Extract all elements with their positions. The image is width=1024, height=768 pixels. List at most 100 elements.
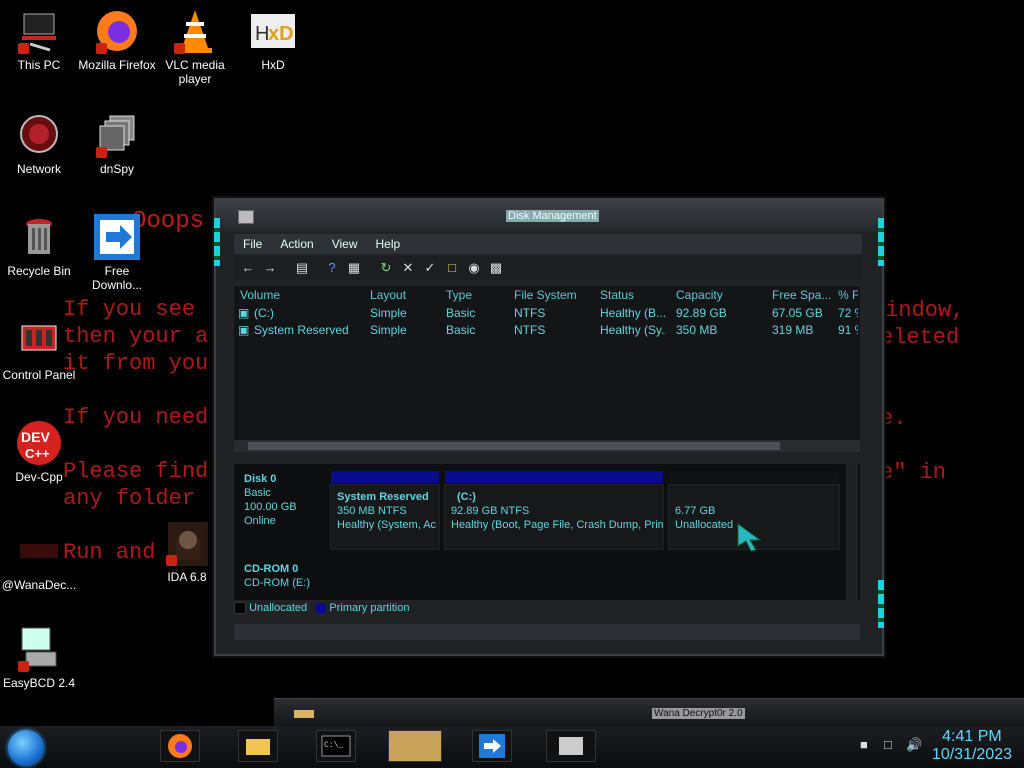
wana-decryptor-window-bar[interactable] <box>274 698 1024 729</box>
cell-capacity: 350 MB <box>676 323 718 337</box>
svg-text:C:\_: C:\_ <box>324 741 343 750</box>
volume-list-scrollbar[interactable] <box>234 440 860 452</box>
status-bar <box>234 624 860 640</box>
control-panel-icon <box>16 318 62 364</box>
desktop-icon-network[interactable]: Network <box>0 112 78 176</box>
desktop-icon-free-download[interactable]: Free Downlo... <box>78 214 156 292</box>
disk-state: Online <box>244 515 276 527</box>
search-icon[interactable]: ◉ <box>466 261 482 275</box>
rescan-disks-icon[interactable]: ▩ <box>488 261 504 275</box>
system-clock[interactable]: 4:41 PM 10/31/2023 <box>932 728 1012 764</box>
drive-icon: ▣ <box>238 323 250 337</box>
cell-percent-free: 72 % <box>838 306 858 320</box>
legend-primary-partition: Primary partition <box>329 602 410 614</box>
taskbar-firefox[interactable] <box>160 730 200 762</box>
window-title: Disk Management <box>506 210 599 222</box>
easybcd-icon <box>16 626 62 672</box>
ransom-line-6: any folder <box>63 486 196 511</box>
taskbar <box>0 726 1024 768</box>
col-volume[interactable]: Volume <box>240 288 280 302</box>
table-row[interactable]: ▣ System Reserved Simple Basic NTFS Heal… <box>234 323 860 339</box>
table-row[interactable]: ▣ (C:) Simple Basic NTFS Healthy (B... 9… <box>234 306 860 322</box>
cdrom-0-info[interactable]: CD-ROM 0 CD-ROM (E:) <box>244 562 310 590</box>
forward-arrow-icon[interactable]: → <box>262 261 278 275</box>
menu-action[interactable]: Action <box>271 234 322 254</box>
network-globe-icon <box>16 112 62 158</box>
back-arrow-icon[interactable]: ← <box>240 261 256 275</box>
mouse-cursor-icon <box>737 523 762 552</box>
desktop-icon-hxd[interactable]: HxD HxD <box>234 8 312 72</box>
cell-layout: Simple <box>370 306 407 320</box>
desktop-icon-vlc[interactable]: VLC media player <box>156 8 234 86</box>
taskbar-file-explorer[interactable] <box>238 730 278 762</box>
disk-graph-pane: Disk 0 Basic 100.00 GB Online System Res… <box>234 464 860 600</box>
window-titlebar[interactable]: Disk Management <box>216 200 882 232</box>
volume-icon[interactable]: 🔊 <box>906 737 922 753</box>
toolbar: ← → ▤ ? ▦ ↻ ✕ ✓ □ ◉ ▩ <box>234 256 862 280</box>
menu-view[interactable]: View <box>323 234 367 254</box>
desktop-icon-label: HxD <box>261 58 285 72</box>
taskbar-disk-management[interactable] <box>546 730 596 762</box>
partition-c[interactable]: (C:) 92.89 GB NTFS Healthy (Boot, Page F… <box>444 471 664 550</box>
col-layout[interactable]: Layout <box>370 288 406 302</box>
desktop-icon-label: VLC media player <box>165 58 225 86</box>
menu-help[interactable]: Help <box>367 234 410 254</box>
disk-subtitle: CD-ROM (E:) <box>244 577 310 589</box>
properties-icon[interactable]: ▦ <box>346 261 362 275</box>
window-accent-right <box>878 218 884 266</box>
desktop-icon-label: Control Panel <box>2 368 76 382</box>
col-capacity[interactable]: Capacity <box>676 288 723 302</box>
cell-type: Basic <box>446 306 476 320</box>
ransom-line-4: If you need <box>63 405 209 430</box>
col-percent-free[interactable]: % F <box>838 288 858 302</box>
network-tray-icon[interactable]: □ <box>884 737 892 752</box>
disk-name: CD-ROM 0 <box>244 563 299 575</box>
wana-decryptor-title: Wana Decrypt0r 2.0 <box>652 708 745 719</box>
no-network-icon[interactable]: ■ <box>860 737 868 752</box>
taskbar-wana-decryptor[interactable] <box>388 730 442 762</box>
scrollbar-thumb[interactable] <box>248 442 780 450</box>
partition-name: System Reserved <box>337 491 429 503</box>
col-type[interactable]: Type <box>446 288 472 302</box>
disk-management-app-icon[interactable] <box>238 210 254 224</box>
open-folder-icon[interactable]: □ <box>444 261 460 275</box>
desktop-icon-label: IDA 6.8 <box>167 570 207 584</box>
clock-date: 10/31/2023 <box>931 746 1012 763</box>
cell-free-space: 319 MB <box>772 323 814 337</box>
desktop-icon-control-panel[interactable]: Control Panel <box>0 318 78 382</box>
desktop-icon-this-pc[interactable]: This PC <box>0 8 78 72</box>
volume-list-header: Volume Layout Type File System Status Ca… <box>234 288 860 304</box>
cell-file-system: NTFS <box>514 306 546 320</box>
taskbar-command-prompt[interactable]: C:\_ <box>316 730 356 762</box>
desktop-icon-firefox[interactable]: Mozilla Firefox <box>78 8 156 72</box>
disk-pane-scrollbar[interactable] <box>846 464 858 600</box>
desktop-icon-recycle-bin[interactable]: Recycle Bin <box>0 214 78 278</box>
show-hide-console-tree-icon[interactable]: ▤ <box>294 261 310 275</box>
col-free-space[interactable]: Free Spa... <box>772 288 831 302</box>
start-button[interactable] <box>8 730 44 766</box>
ransom-right-5: e" in <box>880 460 947 485</box>
desktop-icon-wanadecryptor[interactable]: @WanaDec... <box>0 528 78 592</box>
disk-0-info[interactable]: Disk 0 Basic 100.00 GB Online <box>244 472 297 528</box>
menu-bar: File Action View Help <box>234 234 862 254</box>
menu-file[interactable]: File <box>234 234 271 254</box>
help-icon[interactable]: ? <box>324 261 340 275</box>
desktop-icon-dev-cpp[interactable]: DEV C++ Dev-Cpp <box>0 420 78 484</box>
cell-status: Healthy (Sy... <box>600 323 666 337</box>
handshake-icon <box>294 710 314 718</box>
taskbar-free-download-manager[interactable] <box>472 730 512 762</box>
refresh-icon[interactable]: ↻ <box>378 261 394 275</box>
desktop-icon-easybcd[interactable]: EasyBCD 2.4 <box>0 626 78 690</box>
primary-partition-bar <box>445 471 663 483</box>
check-icon[interactable]: ✓ <box>422 261 438 275</box>
disk-management-window: Disk Management File Action View Help ← … <box>214 198 884 656</box>
desktop-icon-ida[interactable]: IDA 6.8 <box>156 520 218 584</box>
desktop-icon-dnspy[interactable]: dnSpy <box>78 112 156 176</box>
ida-portrait-icon <box>164 520 210 566</box>
delete-icon[interactable]: ✕ <box>400 261 416 275</box>
col-file-system[interactable]: File System <box>514 288 577 302</box>
firefox-icon <box>94 8 140 54</box>
partition-status: Healthy (System, Ac <box>337 519 437 531</box>
col-status[interactable]: Status <box>600 288 634 302</box>
partition-system-reserved[interactable]: System Reserved 350 MB NTFS Healthy (Sys… <box>330 471 440 550</box>
